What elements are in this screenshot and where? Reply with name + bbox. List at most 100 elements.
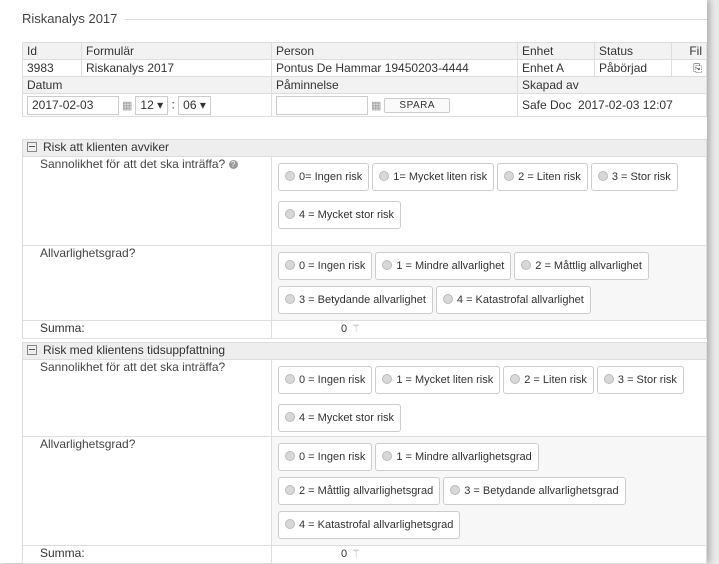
col-reminder: Påminnelse xyxy=(271,76,518,94)
calendar-icon[interactable]: ▦ xyxy=(371,100,381,112)
radio-icon xyxy=(504,171,515,181)
date-input[interactable]: 2017-02-03 xyxy=(27,95,119,115)
option-1[interactable]: 1= Mycket liten risk xyxy=(372,163,495,191)
section-title: Risk att klienten avviker xyxy=(43,140,170,154)
record-person: Pontus De Hammar 19450203-4444 xyxy=(271,59,518,77)
option-3[interactable]: 3 = Betydande allvarlighet xyxy=(278,286,433,314)
radio-icon xyxy=(285,294,295,304)
radio-icon xyxy=(285,209,295,219)
form-panel: Riskanalys 2017 Id Formulär Person Enhet… xyxy=(0,0,707,564)
option-3[interactable]: 3 = Stor risk xyxy=(596,366,684,394)
question-row: Allvarlighetsgrad? 0 = Ingen risk 1 = Min… xyxy=(22,436,707,546)
option-label: 2 = Måttlig allvarlighetsgrad xyxy=(299,485,434,497)
save-button[interactable]: SPARA xyxy=(384,97,451,113)
risk-section-1: Risk att klienten avviker Sannolikhet fö… xyxy=(22,139,707,339)
option-3[interactable]: 3 = Betydande allvarlighetsgrad xyxy=(443,477,626,505)
option-4[interactable]: 4 = Mycket stor risk xyxy=(278,404,402,432)
minute-select[interactable]: 06 ▾ xyxy=(178,95,211,115)
calendar-icon[interactable]: ▦ xyxy=(122,100,132,112)
col-status: Status xyxy=(594,42,672,60)
option-2[interactable]: 2 = Liten risk xyxy=(503,366,594,394)
radio-icon xyxy=(285,412,295,422)
option-1[interactable]: 1 = Mycket liten risk xyxy=(375,366,501,394)
section-header: Risk med klientens tidsuppfattning xyxy=(22,342,707,360)
info-table: Id Formulär Person Enhet Status Fil 3983… xyxy=(22,42,707,117)
radio-icon xyxy=(379,171,390,181)
summary-row: Summa: 0 ⚚ xyxy=(22,545,707,564)
record-unit: Enhet A xyxy=(517,59,595,77)
radio-icon xyxy=(382,451,393,461)
question-label: Sannolikhet för att det ska inträffa? xyxy=(40,360,226,374)
option-label: 1 = Mycket liten risk xyxy=(396,374,494,386)
collapse-icon[interactable] xyxy=(27,141,37,152)
info-header-row-2: Datum Påminnelse Skapad av xyxy=(22,76,707,94)
summary-label: Summa: xyxy=(40,321,85,335)
created-by-name: Safe Doc xyxy=(522,98,572,112)
radio-icon xyxy=(382,374,393,384)
radio-icon xyxy=(285,451,295,461)
minute-value: 06 xyxy=(183,97,197,112)
option-label: 0 = Ingen risk xyxy=(299,260,366,272)
option-label: 4 = Katastrofal allvarlighetsgrad xyxy=(299,519,454,531)
hour-select[interactable]: 12 ▾ xyxy=(135,95,169,115)
created-at: 2017-02-03 12:07 xyxy=(578,98,673,112)
summary-value: 0 xyxy=(341,323,348,335)
col-date: Datum xyxy=(22,76,272,94)
option-0[interactable]: 0= Ingen risk xyxy=(278,163,370,191)
col-form: Formulär xyxy=(81,42,272,60)
radio-icon xyxy=(285,485,295,495)
help-icon[interactable]: ? xyxy=(228,160,238,169)
wand-icon[interactable]: ⚚ xyxy=(351,548,361,560)
collapse-icon[interactable] xyxy=(27,344,37,355)
export-icon[interactable]: ⎘ xyxy=(693,63,702,75)
info-row: 3983 Riskanalys 2017 Pontus De Hammar 19… xyxy=(22,59,707,77)
option-label: 0= Ingen risk xyxy=(299,171,363,183)
col-person: Person xyxy=(271,42,518,60)
question-label: Allvarlighetsgrad? xyxy=(40,437,136,451)
option-0[interactable]: 0 = Ingen risk xyxy=(278,366,373,394)
record-id: 3983 xyxy=(22,59,82,77)
option-4[interactable]: 4 = Mycket stor risk xyxy=(278,201,402,229)
summary-row: Summa: 0 ⚚ xyxy=(22,320,707,339)
hour-value: 12 xyxy=(140,97,154,112)
option-label: 3 = Stor risk xyxy=(617,374,677,386)
radio-icon xyxy=(285,171,295,181)
option-label: 3 = Betydande allvarlighetsgrad xyxy=(464,485,619,497)
record-form: Riskanalys 2017 xyxy=(81,59,272,77)
option-label: 1= Mycket liten risk xyxy=(393,171,488,183)
option-4[interactable]: 4 = Katastrofal allvarlighet xyxy=(435,286,591,314)
option-2[interactable]: 2 = Måttlig allvarlighet xyxy=(514,252,649,280)
option-0[interactable]: 0 = Ingen risk xyxy=(278,443,373,471)
option-label: 2 = Liten risk xyxy=(518,171,581,183)
option-1[interactable]: 1 = Mindre allvarlighet xyxy=(375,252,512,280)
radio-icon xyxy=(510,374,521,384)
option-label: 2 = Måttlig allvarlighet xyxy=(535,260,642,272)
option-label: 3 = Stor risk xyxy=(611,171,671,183)
option-label: 4 = Katastrofal allvarlighet xyxy=(456,294,584,306)
option-label: 4 = Mycket stor risk xyxy=(299,412,395,424)
risk-section-2: Risk med klientens tidsuppfattning Sanno… xyxy=(22,342,707,564)
wand-icon[interactable]: ⚚ xyxy=(351,323,361,335)
radio-icon xyxy=(521,260,532,270)
radio-icon xyxy=(603,374,614,384)
option-1[interactable]: 1 = Mindre allvarlighetsgrad xyxy=(375,443,539,471)
section-title: Risk med klientens tidsuppfattning xyxy=(43,343,226,357)
option-label: 1 = Mindre allvarlighet xyxy=(396,260,505,272)
option-2[interactable]: 2 = Liten risk xyxy=(497,163,588,191)
question-row: Sannolikhet för att det ska inträffa? ? … xyxy=(22,156,707,246)
option-3[interactable]: 3 = Stor risk xyxy=(590,163,678,191)
record-status: Påbörjad xyxy=(594,59,672,77)
summary-label: Summa: xyxy=(40,546,85,560)
question-label: Sannolikhet för att det ska inträffa? xyxy=(40,157,226,171)
radio-icon xyxy=(382,260,393,270)
radio-icon xyxy=(450,485,461,495)
option-4[interactable]: 4 = Katastrofal allvarlighetsgrad xyxy=(278,511,461,539)
info-header-row: Id Formulär Person Enhet Status Fil xyxy=(22,42,707,60)
page-title: Riskanalys 2017 xyxy=(22,11,126,26)
option-2[interactable]: 2 = Måttlig allvarlighetsgrad xyxy=(278,477,441,505)
radio-icon xyxy=(285,260,295,270)
question-label: Allvarlighetsgrad? xyxy=(40,246,136,260)
reminder-input[interactable] xyxy=(276,95,368,115)
option-label: 3 = Betydande allvarlighet xyxy=(299,294,426,306)
option-0[interactable]: 0 = Ingen risk xyxy=(278,252,373,280)
